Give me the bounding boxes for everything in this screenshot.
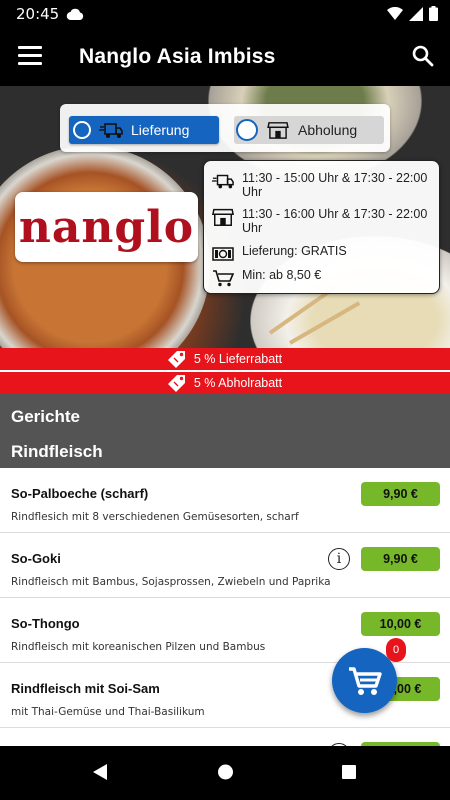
category-header: Gerichte Rindfleisch bbox=[0, 394, 450, 468]
order-type-toggle: Lieferung Abholung bbox=[60, 104, 390, 152]
restaurant-logo: nanglo bbox=[15, 192, 198, 262]
menu-item[interactable]: So-Palboeche (scharf) Rindflesich mit 8 … bbox=[0, 468, 450, 533]
status-bar: 20:45 bbox=[0, 0, 450, 28]
logo-text: nanglo bbox=[18, 201, 195, 253]
item-name: So-Palboeche (scharf) bbox=[11, 486, 149, 501]
cloud-icon bbox=[66, 7, 84, 25]
pickup-discount-text: 5 % Abholrabatt bbox=[193, 376, 283, 390]
add-to-cart-price-button[interactable]: 10,00 € bbox=[361, 612, 440, 636]
pickup-option[interactable]: Abholung bbox=[234, 116, 384, 144]
store-icon bbox=[212, 208, 234, 226]
item-description: Rindfleisch mit Bambus, Sojasprossen, Zw… bbox=[11, 576, 331, 588]
pickup-discount-banner: 5 % Abholrabatt bbox=[0, 372, 450, 394]
pickup-label: Abholung bbox=[298, 122, 358, 138]
signal-icon bbox=[409, 6, 423, 21]
delivery-label: Lieferung bbox=[131, 122, 190, 138]
status-icons bbox=[387, 6, 438, 21]
add-to-cart-price-button[interactable]: 9,90 € bbox=[361, 547, 440, 571]
section-title[interactable]: Gerichte bbox=[11, 407, 80, 427]
radio-unselected bbox=[236, 119, 258, 141]
delivery-discount-banner: 5 % Lieferrabatt bbox=[0, 348, 450, 370]
item-name: Rindfleisch mit Soi-Sam bbox=[11, 681, 160, 696]
money-icon bbox=[212, 247, 234, 261]
info-icon[interactable]: i bbox=[328, 548, 350, 570]
item-description: Rindflesich mit 8 verschiedenen Gemüseso… bbox=[11, 511, 299, 523]
minimum-order-row: Min: ab 8,50 € bbox=[212, 268, 437, 288]
store-icon bbox=[267, 122, 289, 139]
item-name: So-Goki bbox=[11, 551, 61, 566]
battery-icon bbox=[429, 6, 438, 21]
cart-icon bbox=[348, 666, 382, 695]
tag-icon bbox=[167, 375, 185, 392]
menu-item[interactable]: So-Goki Rindfleisch mit Bambus, Sojaspro… bbox=[0, 533, 450, 598]
delivery-hours-row: 11:30 - 15:00 Uhr & 17:30 - 22:00 Uhr bbox=[212, 171, 437, 199]
system-nav-bar bbox=[0, 746, 450, 800]
minimum-order: Min: ab 8,50 € bbox=[242, 268, 322, 282]
cart-icon bbox=[213, 270, 234, 287]
recents-icon[interactable] bbox=[341, 763, 357, 786]
app-bar: Nanglo Asia Imbiss bbox=[0, 28, 450, 86]
menu-icon[interactable] bbox=[18, 46, 42, 66]
tag-icon bbox=[167, 351, 185, 368]
item-description: Rindfleisch mit koreanischen Pilzen und … bbox=[11, 641, 266, 653]
add-to-cart-price-button[interactable]: 9,90 € bbox=[361, 482, 440, 506]
delivery-truck-icon bbox=[99, 123, 123, 138]
pickup-hours: 11:30 - 16:00 Uhr & 17:30 - 22:00 Uhr bbox=[242, 207, 428, 235]
search-icon[interactable] bbox=[412, 45, 434, 67]
delivery-discount-text: 5 % Lieferrabatt bbox=[193, 352, 283, 366]
app-title: Nanglo Asia Imbiss bbox=[79, 45, 276, 68]
status-time: 20:45 bbox=[16, 5, 60, 23]
item-description: mit Thai-Gemüse und Thai-Basilikum bbox=[11, 706, 205, 718]
restaurant-info-card: 11:30 - 15:00 Uhr & 17:30 - 22:00 Uhr 11… bbox=[203, 160, 440, 294]
delivery-truck-icon bbox=[212, 174, 234, 189]
delivery-fee: Lieferung: GRATIS bbox=[242, 244, 347, 258]
delivery-option[interactable]: Lieferung bbox=[69, 116, 219, 144]
radio-selected bbox=[73, 121, 91, 139]
category-title[interactable]: Rindfleisch bbox=[11, 442, 103, 462]
back-icon[interactable] bbox=[92, 763, 108, 786]
wifi-icon bbox=[387, 6, 403, 20]
pickup-hours-row: 11:30 - 16:00 Uhr & 17:30 - 22:00 Uhr bbox=[212, 207, 437, 235]
delivery-fee-row: Lieferung: GRATIS bbox=[212, 244, 437, 264]
item-name: So-Thongo bbox=[11, 616, 80, 631]
delivery-hours: 11:30 - 15:00 Uhr & 17:30 - 22:00 Uhr bbox=[242, 171, 428, 199]
cart-count-badge: 0 bbox=[386, 638, 406, 662]
home-icon[interactable] bbox=[217, 763, 234, 786]
